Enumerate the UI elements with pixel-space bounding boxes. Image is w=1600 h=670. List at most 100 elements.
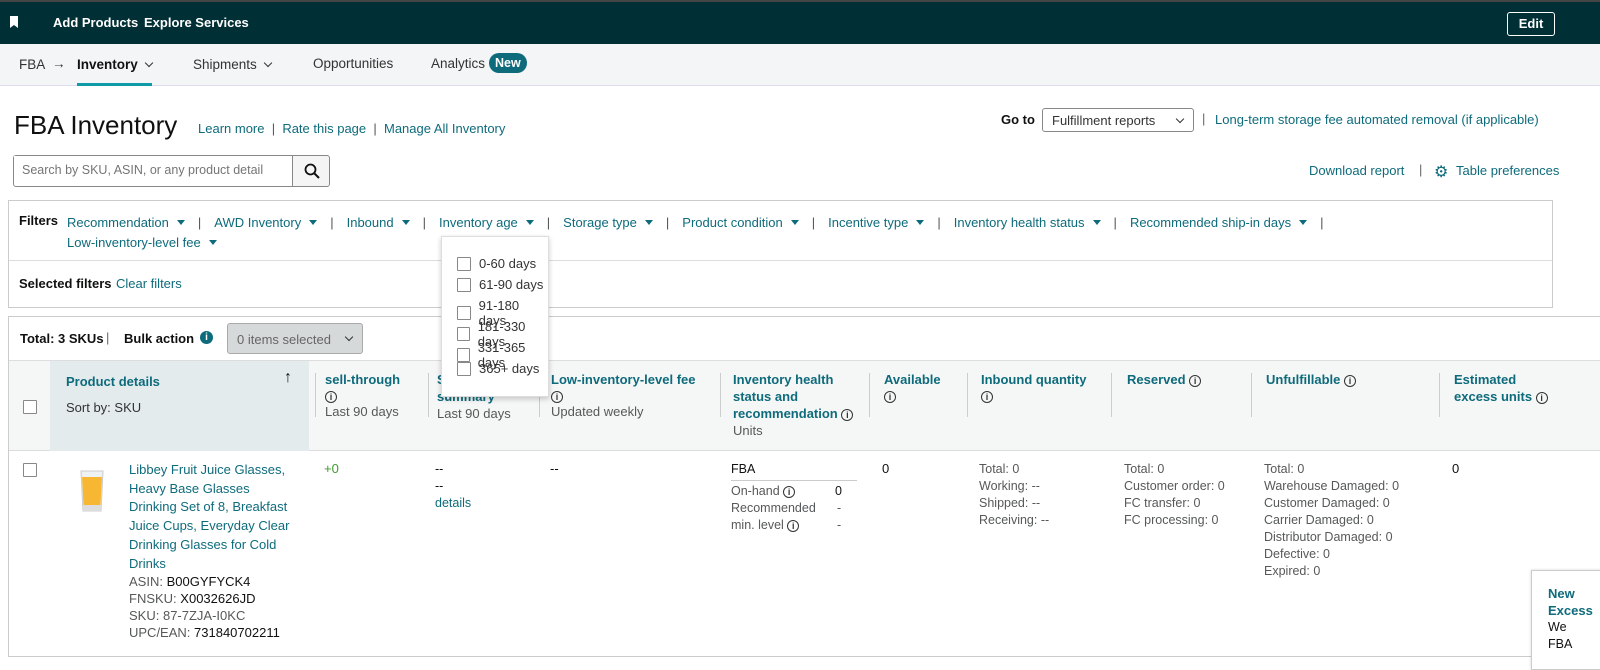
caret-down-icon (208, 240, 217, 245)
caret-down-icon (916, 220, 925, 225)
age-option-label: 0-60 days (479, 256, 537, 271)
low-inventory-fee-header: Low-inventory-level fee (551, 372, 696, 387)
filter-recommended-ship-in-days[interactable]: Recommended ship-in days (1130, 213, 1308, 233)
table-header: Product details ↑ Sort by: SKU sell-thro… (9, 360, 1600, 451)
filter-low-inventory-level-fee[interactable]: Low-inventory-level fee (67, 233, 217, 253)
manage-inventory-link[interactable]: Manage All Inventory (384, 121, 505, 136)
checkbox[interactable] (457, 277, 471, 292)
goto-select[interactable]: Fulfillment reports (1042, 108, 1194, 132)
filter-inbound[interactable]: Inbound (347, 213, 410, 233)
sales-summary-cell: -- -- details (435, 461, 471, 512)
checkbox[interactable] (457, 306, 471, 320)
available-header: Available (884, 372, 941, 387)
tab-inventory[interactable]: Inventory (77, 57, 154, 86)
chevron-down-icon (344, 332, 354, 342)
product-title-link[interactable]: Libbey Fruit Juice Glasses, Heavy Base G… (129, 461, 299, 573)
inbound-header: Inbound quantity (981, 372, 1087, 387)
filter-incentive-type[interactable]: Incentive type (828, 213, 925, 233)
caret-down-icon (176, 220, 185, 225)
row-checkbox[interactable] (23, 463, 37, 477)
info-icon[interactable]: i (200, 331, 213, 344)
fba-label: FBA (731, 461, 857, 481)
header-product-details[interactable]: Product details ↑ Sort by: SKU (50, 361, 309, 451)
info-icon[interactable]: i (1535, 392, 1548, 404)
caret-down-icon (401, 220, 410, 225)
filter-label: Incentive type (828, 215, 909, 230)
filter-product-condition[interactable]: Product condition (682, 213, 799, 233)
filter-inventory-health-status[interactable]: Inventory health status (954, 213, 1101, 233)
info-icon[interactable]: i (1189, 375, 1202, 387)
inventory-health-cell: FBA On-hand i 0 Recommended - min. level i… (731, 461, 857, 534)
divider: | (1320, 215, 1324, 230)
inbound-line: Shipped: -- (979, 496, 1041, 510)
sales-value-1: -- (435, 462, 444, 476)
table-preferences-link[interactable]: Table preferences (1456, 163, 1559, 178)
gear-icon[interactable]: ⚙ (1434, 162, 1448, 182)
filter-inventory-age[interactable]: Inventory age (439, 213, 534, 233)
select-all-checkbox[interactable] (23, 400, 37, 414)
age-option[interactable]: 365+ days (457, 361, 539, 376)
filter-storage-type[interactable]: Storage type (563, 213, 653, 233)
age-option[interactable]: 0-60 days (457, 256, 536, 271)
bulk-action-select[interactable]: 0 items selected (227, 323, 363, 354)
unfulfillable-line: Distributor Damaged: 0 (1264, 530, 1393, 544)
caret-down-icon (525, 220, 534, 225)
filter-recommendation[interactable]: Recommendation (67, 213, 185, 233)
tab-shipments-label: Shipments (193, 57, 257, 72)
search-button[interactable] (292, 155, 330, 187)
age-option[interactable]: 61-90 days (457, 277, 543, 292)
side-card[interactable]: New Excess We FBA (1531, 570, 1600, 670)
tab-opportunities[interactable]: Opportunities (313, 56, 393, 71)
unfulfillable-line: Carrier Damaged: 0 (1264, 513, 1374, 527)
info-icon[interactable]: i (783, 486, 796, 498)
info-icon[interactable]: i (325, 391, 337, 403)
search-input[interactable] (13, 155, 293, 187)
breadcrumb-fba[interactable]: FBA (19, 57, 45, 72)
download-report-link[interactable]: Download report (1309, 163, 1404, 178)
long-term-storage-link[interactable]: Long-term storage fee automated removal … (1215, 112, 1539, 127)
chevron-down-icon (263, 58, 273, 68)
product-image (80, 470, 104, 512)
info-icon[interactable]: i (981, 391, 993, 403)
caret-down-icon (790, 220, 799, 225)
onhand-value: 0 (835, 484, 842, 498)
side-card-title-2: Excess (1548, 603, 1593, 618)
asin-label: ASIN: (129, 574, 163, 589)
sku-label: SKU: (129, 608, 160, 623)
info-icon[interactable]: i (787, 520, 800, 532)
info-icon[interactable]: i (551, 391, 563, 403)
info-icon[interactable]: i (884, 391, 896, 403)
upc-label: UPC/EAN: (129, 625, 191, 640)
learn-more-link[interactable]: Learn more (198, 121, 264, 136)
rate-page-link[interactable]: Rate this page (282, 121, 366, 136)
add-products-link[interactable]: Add Products (53, 15, 138, 30)
checkbox[interactable] (457, 327, 470, 341)
checkbox[interactable] (457, 256, 471, 271)
details-link[interactable]: details (435, 495, 471, 512)
arrow-up-icon[interactable]: ↑ (284, 369, 292, 387)
total-skus: Total: 3 SKUs (20, 331, 104, 346)
bookmark-icon[interactable] (10, 16, 18, 28)
checkbox[interactable] (457, 361, 471, 376)
edit-button[interactable]: Edit (1507, 12, 1555, 36)
sell-through-header: sell-through (325, 372, 401, 387)
reserved-line: FC transfer: 0 (1124, 496, 1201, 510)
search-field[interactable] (14, 156, 284, 184)
table-row: Libbey Fruit Juice Glasses, Heavy Base G… (9, 451, 1600, 661)
tab-analytics[interactable]: Analytics (431, 56, 485, 71)
clear-filters-link[interactable]: Clear filters (116, 276, 182, 291)
header-sell-through: sell-through i Last 90 days (325, 371, 420, 420)
side-card-text: We (1548, 620, 1567, 634)
info-icon[interactable]: i (1344, 375, 1357, 387)
explore-services-link[interactable]: Explore Services (144, 15, 249, 30)
fnsku-label: FNSKU: (129, 591, 177, 606)
min-level-label: min. level (731, 518, 784, 532)
info-icon[interactable]: i (841, 409, 854, 421)
tab-shipments[interactable]: Shipments (193, 57, 273, 72)
chevron-down-icon (144, 58, 154, 68)
reserved-cell: Total: 0 Customer order: 0 FC transfer: 0 F… (1124, 461, 1225, 529)
filter-awd-inventory[interactable]: AWD Inventory (214, 213, 318, 233)
caret-down-icon (1092, 220, 1101, 225)
checkbox[interactable] (457, 348, 470, 362)
inbound-cell: Total: 0 Working: -- Shipped: -- Receiving:… (979, 461, 1049, 529)
